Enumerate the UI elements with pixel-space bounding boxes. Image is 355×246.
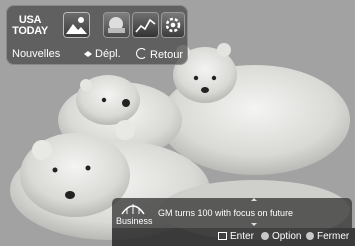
- photo-widget-icon[interactable]: [64, 13, 89, 37]
- news-category: Business: [116, 216, 153, 226]
- close-label: Fermer: [317, 231, 350, 242]
- photo-icon: [66, 17, 87, 34]
- usatoday-logo-line2: TODAY: [12, 25, 48, 37]
- enter-hint[interactable]: Enter: [218, 231, 254, 242]
- right-arrow-icon: [88, 51, 92, 58]
- option-button-icon: [261, 232, 269, 240]
- business-building-icon: [121, 204, 145, 215]
- news-ticker[interactable]: Business GM turns 100 with focus on futu…: [112, 198, 352, 228]
- scroll-down-icon[interactable]: [251, 223, 257, 226]
- usatoday-widget[interactable]: USA TODAY: [10, 11, 50, 39]
- return-icon: [136, 48, 147, 59]
- widget-panel: USA TODAY Nouvelles Dépl. Retour: [6, 5, 188, 65]
- back-hint-label: Retour: [150, 49, 184, 61]
- option-label: Option: [272, 231, 302, 242]
- scroll-up-icon[interactable]: [251, 198, 257, 201]
- move-hint: Dépl.: [84, 48, 121, 60]
- enter-label: Enter: [230, 231, 254, 242]
- stocks-widget-icon[interactable]: [133, 13, 158, 37]
- selected-widget-label: Nouvelles: [12, 48, 61, 60]
- back-hint[interactable]: Retour: [136, 48, 183, 61]
- stocks-chart-icon: [135, 18, 156, 33]
- help-bar: Enter Option Fermer: [0, 228, 355, 246]
- gear-icon: [165, 17, 181, 33]
- weather-widget-icon[interactable]: [104, 13, 129, 37]
- tv-screen: USA TODAY Nouvelles Dépl. Retour Busines…: [0, 0, 355, 246]
- close-hint[interactable]: Fermer: [306, 231, 349, 242]
- enter-icon: [218, 232, 227, 240]
- news-headline[interactable]: GM turns 100 with focus on future: [158, 208, 293, 218]
- move-hint-label: Dépl.: [95, 48, 121, 60]
- settings-widget-icon[interactable]: [162, 13, 184, 37]
- option-hint[interactable]: Option: [261, 231, 301, 242]
- close-button-icon: [306, 232, 314, 240]
- weather-icon: [108, 17, 125, 33]
